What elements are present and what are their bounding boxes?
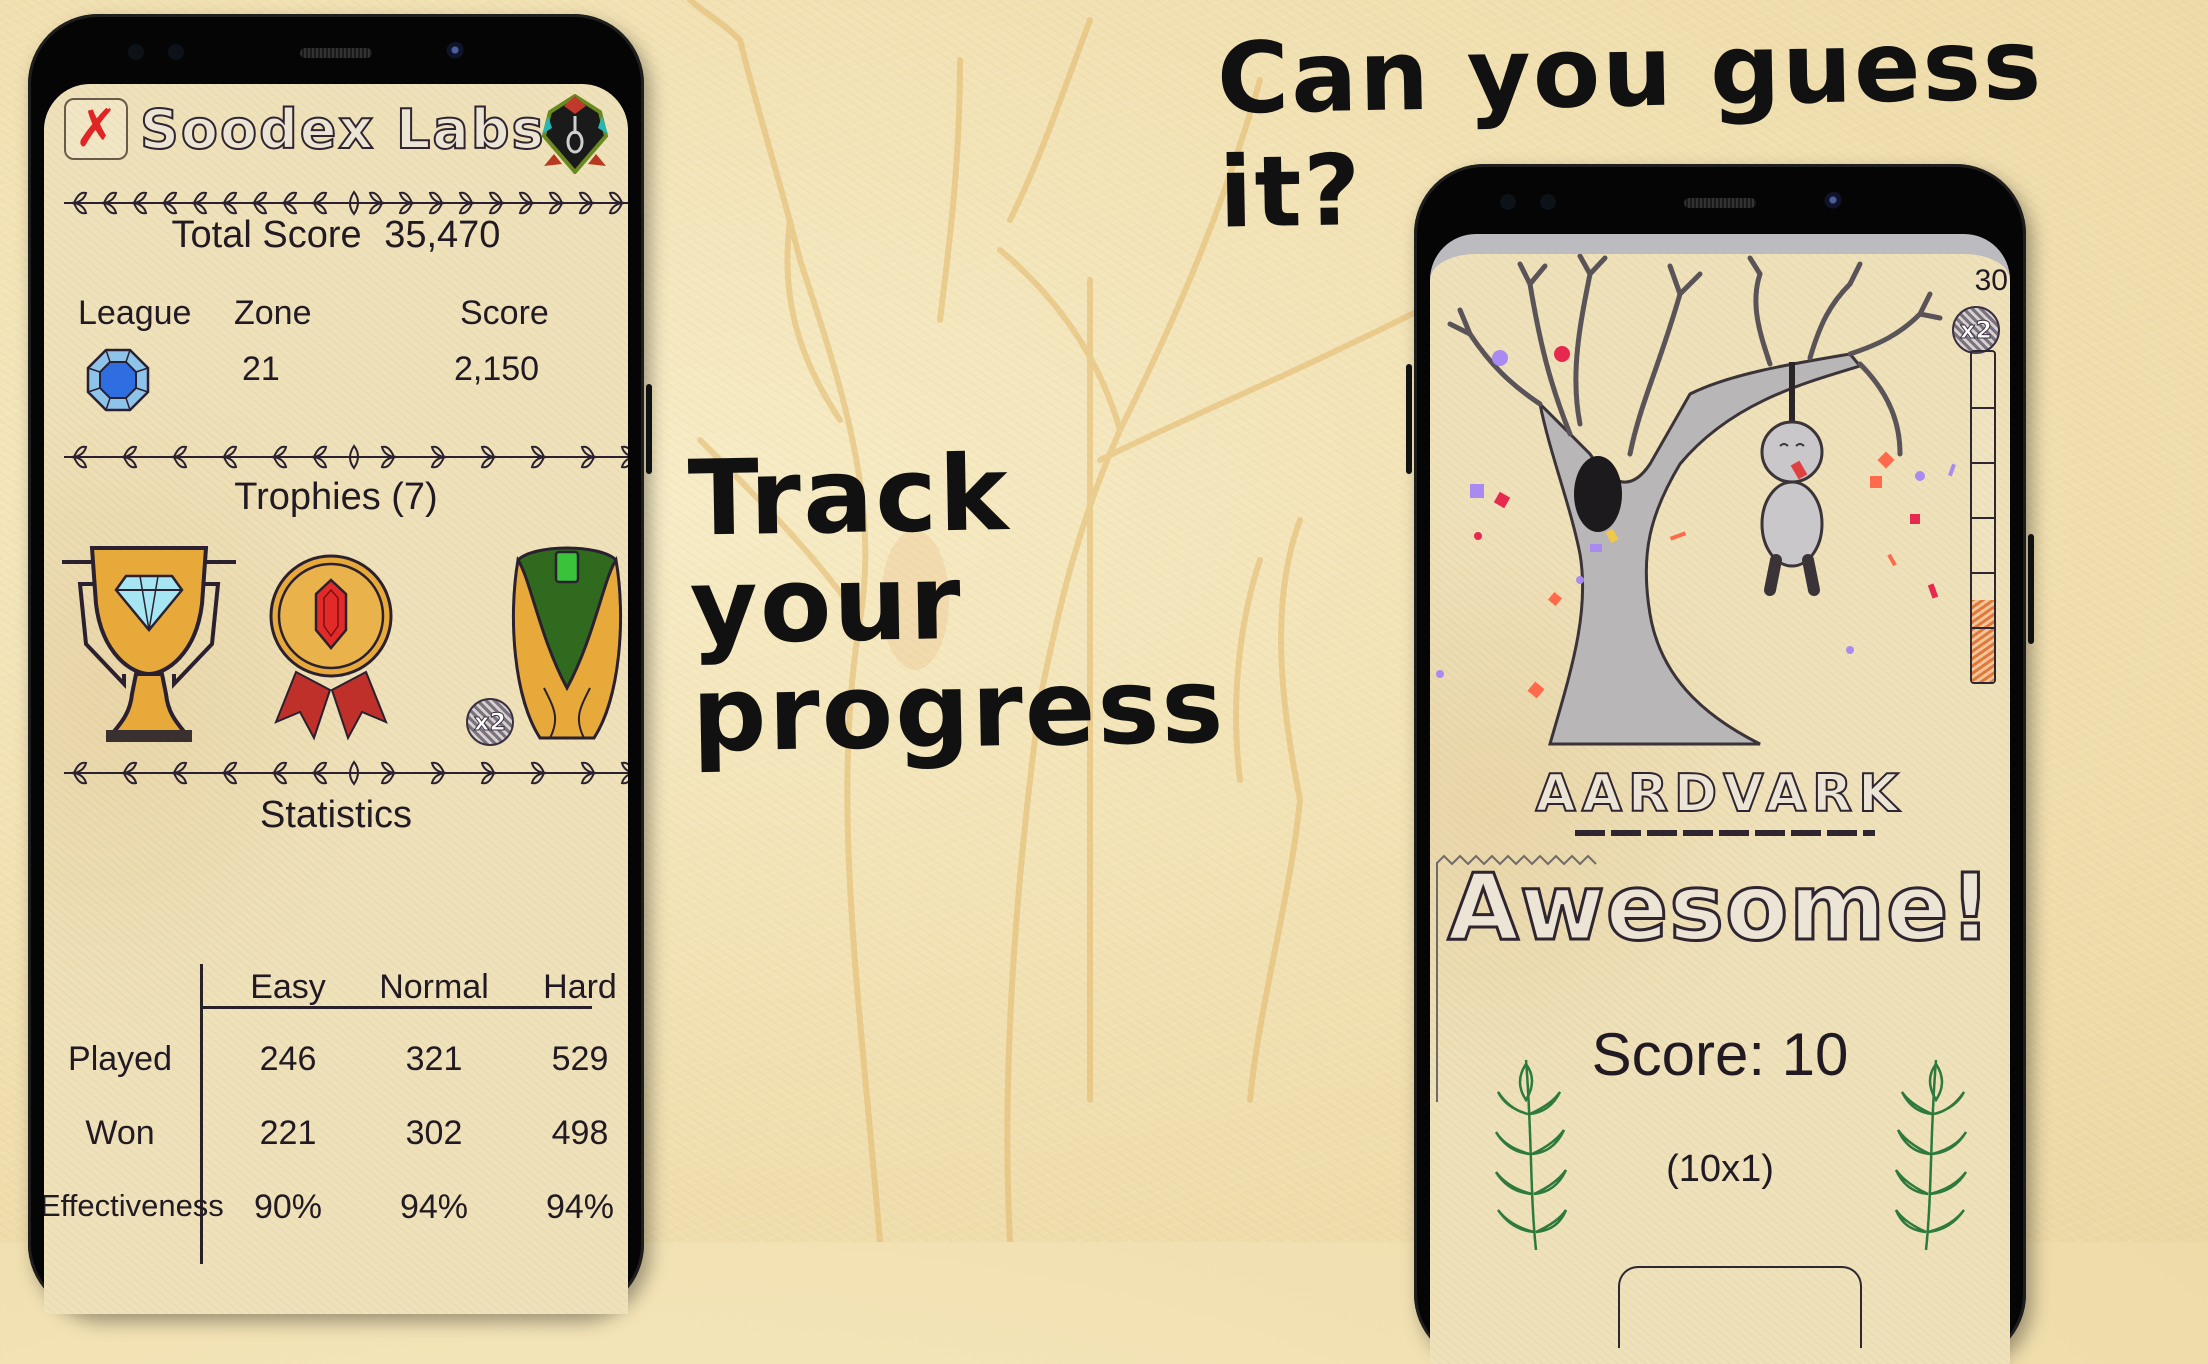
- power-button: [646, 384, 652, 474]
- emerald-cup-trophy-icon[interactable]: [504, 538, 628, 748]
- table-cell: 498: [551, 1114, 609, 1152]
- table-cell: 529: [551, 1040, 609, 1078]
- laurel-branch-left-icon: [1494, 1059, 1568, 1251]
- close-x-icon: ✗: [74, 99, 118, 159]
- app-title: Soodex Labs: [139, 97, 546, 162]
- result-title: Awesome!: [1446, 853, 1993, 963]
- column-header: Normal: [379, 968, 489, 1006]
- score-label: Score: [460, 294, 549, 332]
- profile-screen: ✗ Soodex Labs Total Score 35,470 League …: [44, 84, 628, 1314]
- row-label: Played: [68, 1040, 172, 1078]
- progress-segment-divider: [1972, 517, 1994, 519]
- table-cell: 302: [405, 1114, 463, 1152]
- round-timer: 30: [1974, 264, 2008, 297]
- solved-word: AARDVARK: [1535, 763, 1905, 825]
- iris-sensor: [1540, 194, 1556, 210]
- table-cell: 246: [259, 1040, 317, 1078]
- row-label: Won: [85, 1114, 155, 1152]
- table-cell: 94%: [399, 1188, 469, 1226]
- leaf-vine-divider: [64, 760, 628, 786]
- trophy-multiplier-badge: x2: [466, 698, 514, 746]
- leaf-vine-divider: [64, 444, 628, 470]
- total-score-value: 35,470: [384, 214, 501, 256]
- statistics-title: Statistics: [259, 794, 413, 836]
- phone-profile: ✗ Soodex Labs Total Score 35,470 League …: [28, 14, 652, 1314]
- headline-line: progress: [690, 644, 1227, 776]
- row-label: Effectiveness: [44, 1188, 224, 1223]
- total-score-label: Total Score: [171, 214, 362, 256]
- volume-button: [1406, 364, 1412, 474]
- league-label: League: [78, 294, 192, 332]
- score-progress-bar: [1970, 350, 1996, 684]
- progress-segment-divider: [1972, 462, 1994, 464]
- earpiece-speaker: [1684, 198, 1756, 208]
- laurel-branch-right-icon: [1894, 1059, 1968, 1251]
- iris-sensor: [168, 44, 184, 60]
- ruby-medal-trophy-icon[interactable]: [266, 552, 396, 742]
- score-value: 2,150: [454, 350, 540, 388]
- headline-line: your: [688, 540, 964, 668]
- headline-line: Track: [687, 432, 1011, 560]
- power-button: [2028, 534, 2034, 644]
- close-button[interactable]: ✗: [64, 98, 128, 160]
- proximity-sensor: [128, 44, 144, 60]
- statistics-table: Easy Normal Hard Played 246 321 529 Won …: [44, 884, 628, 1304]
- headline-track-progress: Track your progress: [687, 432, 1227, 776]
- continue-button[interactable]: [1618, 1266, 1862, 1348]
- progress-segment-divider: [1972, 407, 1994, 409]
- trophies-title: Trophies (7): [234, 476, 438, 518]
- word-letter-underlines: [1575, 830, 1875, 836]
- game-screen: 30 x2 AARDVARK Awesome! Score: 10 (10x1): [1430, 234, 2010, 1364]
- zone-label: Zone: [234, 294, 312, 332]
- app-header: ✗ Soodex Labs: [44, 84, 628, 174]
- hangman-tree-confetti-illustration: [1436, 254, 1956, 746]
- leaf-vine-divider: [64, 190, 628, 216]
- table-cell: 94%: [545, 1188, 615, 1226]
- progress-fill: [1972, 599, 1994, 682]
- progress-segment-divider: [1972, 627, 1994, 629]
- proximity-sensor: [1500, 194, 1516, 210]
- column-header: Easy: [250, 968, 326, 1006]
- zone-value: 21: [242, 350, 280, 388]
- progress-segment-divider: [1972, 572, 1994, 574]
- front-camera: [1824, 192, 1844, 212]
- diamond-cup-trophy-icon[interactable]: [56, 544, 242, 744]
- table-cell: 221: [259, 1114, 317, 1152]
- sapphire-gem-icon[interactable]: [86, 348, 150, 412]
- front-camera: [446, 42, 466, 62]
- table-cell: 90%: [253, 1188, 323, 1226]
- table-cell: 321: [405, 1040, 463, 1078]
- phone-game: 30 x2 AARDVARK Awesome! Score: 10 (10x1): [1406, 164, 2034, 1364]
- earpiece-speaker: [300, 48, 372, 58]
- total-score: Total Score 35,470: [44, 214, 628, 257]
- column-header: Hard: [543, 968, 617, 1006]
- multiplier-badge[interactable]: x2: [1952, 306, 2000, 354]
- hangman-shield-emblem-icon[interactable]: [540, 94, 610, 174]
